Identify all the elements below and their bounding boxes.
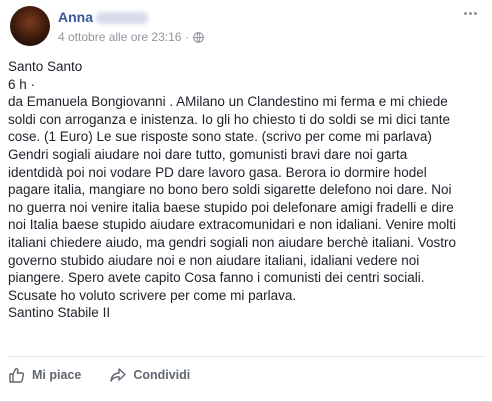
share-arrow-icon xyxy=(110,368,127,382)
more-options-icon[interactable] xyxy=(460,6,480,20)
thumbs-up-icon xyxy=(9,367,25,383)
like-label: Mi piace xyxy=(32,368,82,382)
post-body: Santo Santo 6 h · da Emanuela Bongiovann… xyxy=(8,58,486,322)
facebook-post: Anna 4 ottobre alle ore 23:16 · Santo Sa… xyxy=(0,0,492,402)
action-divider xyxy=(8,356,484,357)
meta-separator: · xyxy=(185,30,190,44)
post-line: Santino Stabile II xyxy=(8,305,111,321)
post-line: Gendri sogiali aiudare noi dare tutto, g… xyxy=(8,146,408,162)
avatar[interactable] xyxy=(10,6,50,46)
post-line: pagare italia, mangiare no bono bero sol… xyxy=(8,182,452,198)
post-line: cose. (1 Euro) Le sue risposte sono stat… xyxy=(8,129,432,145)
post-line: da Emanuela Bongiovanni . AMilano un Cla… xyxy=(8,94,448,110)
post-line: noi Italia baese stupido aiudare extraco… xyxy=(8,217,457,233)
post-line: italiani chiedere aiudo, ma gendri sogia… xyxy=(8,234,457,250)
post-line: identdidà poi noi vodare PD dare lavoro … xyxy=(8,164,427,180)
author-name[interactable]: Anna xyxy=(58,9,93,25)
post-line: soldi con arroganza e inistenza. Io gli … xyxy=(8,111,450,127)
share-label: Condividi xyxy=(133,368,191,382)
share-button[interactable]: Condividi xyxy=(109,366,190,384)
post-actions: Mi piace Condividi xyxy=(8,362,190,388)
post-meta: 4 ottobre alle ore 23:16 · xyxy=(58,30,205,44)
post-line: no guerra noi venire italia baese stupid… xyxy=(8,199,454,215)
post-timestamp[interactable]: 4 ottobre alle ore 23:16 xyxy=(58,30,181,44)
like-button[interactable]: Mi piace xyxy=(8,366,81,384)
globe-icon[interactable] xyxy=(193,31,205,43)
post-line: governo stubido aiudare noi e non aiudar… xyxy=(8,252,420,268)
post-line: 6 h · xyxy=(8,76,36,92)
blurred-surname xyxy=(96,12,148,24)
post-line: Scusate ho voluto scrivere per come mi p… xyxy=(8,287,297,303)
post-line: piangere. Spero avete capito Cosa fanno … xyxy=(8,270,425,286)
post-line: Santo Santo xyxy=(8,59,83,74)
